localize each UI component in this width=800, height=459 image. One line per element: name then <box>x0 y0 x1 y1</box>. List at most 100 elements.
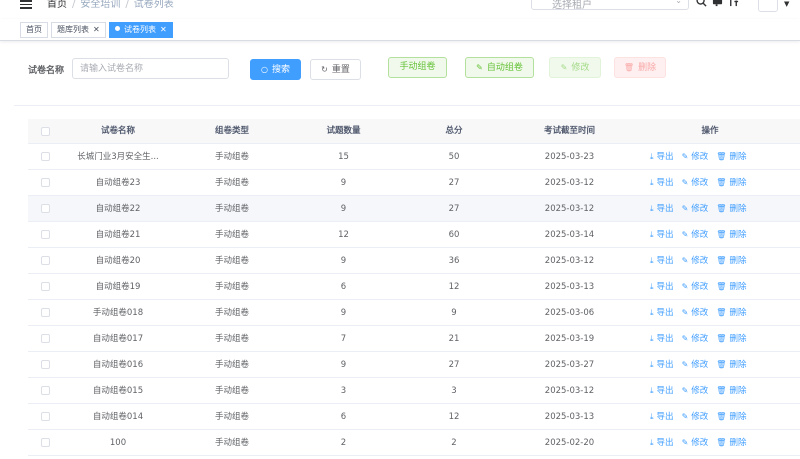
delete-row-button[interactable]: 🗑 删除 <box>716 282 746 292</box>
search-button[interactable]: ○ 搜索 <box>250 59 301 80</box>
edit-icon: ✎ <box>681 152 689 161</box>
delete-row-button-label: 删除 <box>729 230 747 240</box>
edit-row-button[interactable]: ✎ 修改 <box>682 334 709 344</box>
edit-row-button[interactable]: ✎ 修改 <box>682 256 709 266</box>
delete-row-button[interactable]: 🗑 删除 <box>716 230 746 240</box>
row-checkbox[interactable] <box>41 386 50 395</box>
edit-row-button[interactable]: ✎ 修改 <box>682 282 709 292</box>
font-size-icon[interactable] <box>728 0 739 10</box>
delete-row-button[interactable]: 🗑 删除 <box>716 360 746 370</box>
delete-row-button[interactable]: 🗑 删除 <box>716 438 746 448</box>
delete-button[interactable]: 🗑 删除 <box>614 57 666 78</box>
cell-deadline: 2025-03-27 <box>544 360 595 370</box>
edit-row-button[interactable]: ✎ 修改 <box>682 308 709 318</box>
cell-question-count: 9 <box>340 178 347 188</box>
cell-question-count: 9 <box>340 204 347 214</box>
row-checkbox[interactable] <box>41 256 50 265</box>
row-checkbox[interactable] <box>41 308 50 317</box>
export-button-label: 导出 <box>656 360 674 370</box>
cell-exam-name: 自动组卷21 <box>95 230 141 240</box>
breadcrumb-home[interactable]: 首页 <box>47 0 67 10</box>
edit-row-button[interactable]: ✎ 修改 <box>682 152 709 162</box>
manual-compose-button[interactable]: 手动组卷 <box>388 57 447 78</box>
row-checkbox[interactable] <box>41 178 50 187</box>
row-checkbox[interactable] <box>41 230 50 239</box>
export-button[interactable]: ⤓ 导出 <box>650 282 674 292</box>
reset-button[interactable]: ↻ 重置 <box>310 59 361 80</box>
table-row: 自动组卷20 手动组卷 9 36 2025-03-12 ⤓ 导出 ✎ 修改 🗑 删除 <box>28 248 800 274</box>
row-checkbox[interactable] <box>41 282 50 291</box>
edit-row-button[interactable]: ✎ 修改 <box>682 412 709 422</box>
delete-row-button[interactable]: 🗑 删除 <box>716 152 746 162</box>
cell-question-count: 6 <box>340 412 347 422</box>
cell-deadline: 2025-02-20 <box>544 438 595 448</box>
trash-icon: 🗑 <box>716 230 727 239</box>
edit-row-button[interactable]: ✎ 修改 <box>682 438 709 448</box>
delete-row-button[interactable]: 🗑 删除 <box>716 386 746 396</box>
edit-row-button[interactable]: ✎ 修改 <box>682 178 709 188</box>
delete-row-button[interactable]: 🗑 删除 <box>716 256 746 266</box>
delete-row-button[interactable]: 🗑 删除 <box>716 204 746 214</box>
export-button[interactable]: ⤓ 导出 <box>650 230 674 240</box>
row-checkbox[interactable] <box>41 360 50 369</box>
divider <box>14 105 800 106</box>
trash-icon: 🗑 <box>716 204 727 213</box>
breadcrumb-safety-training[interactable]: 安全培训 <box>80 0 120 10</box>
search-icon[interactable] <box>696 0 707 10</box>
edit-row-button[interactable]: ✎ 修改 <box>682 386 709 396</box>
export-button[interactable]: ⤓ 导出 <box>650 256 674 266</box>
cell-total-score: 27 <box>448 178 460 188</box>
edit-row-button[interactable]: ✎ 修改 <box>682 360 709 370</box>
edit-row-button[interactable]: ✎ 修改 <box>682 204 709 214</box>
export-button[interactable]: ⤓ 导出 <box>650 386 674 396</box>
export-button[interactable]: ⤓ 导出 <box>650 334 674 344</box>
cell-deadline: 2025-03-23 <box>544 152 595 162</box>
export-button[interactable]: ⤓ 导出 <box>650 360 674 370</box>
export-button[interactable]: ⤓ 导出 <box>650 204 674 214</box>
close-icon[interactable]: ✕ <box>93 25 100 34</box>
export-button-label: 导出 <box>656 256 674 266</box>
cell-deadline: 2025-03-12 <box>544 204 595 214</box>
cell-total-score: 12 <box>448 412 460 422</box>
cell-total-score: 2 <box>451 438 457 448</box>
auto-compose-button[interactable]: ✎ 自动组卷 <box>465 57 534 78</box>
export-button[interactable]: ⤓ 导出 <box>650 178 674 188</box>
edit-row-button-label: 修改 <box>691 412 709 422</box>
close-icon[interactable]: ✕ <box>160 25 167 34</box>
delete-row-button[interactable]: 🗑 删除 <box>716 412 746 422</box>
cell-total-score: 3 <box>451 386 457 396</box>
delete-row-button[interactable]: 🗑 删除 <box>716 178 746 188</box>
export-button[interactable]: ⤓ 导出 <box>650 412 674 422</box>
message-icon[interactable] <box>712 0 723 10</box>
tag-exam-list[interactable]: 试卷列表 ✕ <box>109 22 173 38</box>
tag-question-bank[interactable]: 题库列表 ✕ <box>51 22 106 38</box>
row-checkbox[interactable] <box>41 334 50 343</box>
delete-row-button-label: 删除 <box>729 152 747 162</box>
caret-down-icon[interactable]: ▼ <box>784 0 789 8</box>
cell-exam-name: 自动组卷23 <box>95 178 141 188</box>
cell-question-count: 12 <box>338 230 349 240</box>
export-button[interactable]: ⤓ 导出 <box>650 152 674 162</box>
delete-row-button-label: 删除 <box>729 334 747 344</box>
edit-button[interactable]: ✎ 修改 <box>549 57 601 78</box>
edit-row-button-label: 修改 <box>691 282 709 292</box>
edit-icon: ✎ <box>681 360 689 369</box>
cell-compose-type: 手动组卷 <box>214 230 249 240</box>
select-all-checkbox[interactable] <box>41 127 50 136</box>
row-actions: ⤓ 导出 ✎ 修改 🗑 删除 <box>650 326 754 352</box>
exam-name-input[interactable] <box>72 58 229 79</box>
row-checkbox[interactable] <box>41 204 50 213</box>
export-button[interactable]: ⤓ 导出 <box>650 438 674 448</box>
row-checkbox[interactable] <box>41 152 50 161</box>
avatar[interactable] <box>758 0 778 12</box>
tenant-select[interactable]: 选择租户 ⌄ <box>531 0 689 11</box>
hamburger-icon[interactable] <box>20 0 32 9</box>
row-checkbox[interactable] <box>41 412 50 421</box>
edit-button-label: 修改 <box>571 63 590 73</box>
edit-row-button[interactable]: ✎ 修改 <box>682 230 709 240</box>
export-button[interactable]: ⤓ 导出 <box>650 308 674 318</box>
tag-home[interactable]: 首页 <box>20 22 48 38</box>
delete-row-button[interactable]: 🗑 删除 <box>716 308 746 318</box>
row-checkbox[interactable] <box>41 438 50 447</box>
delete-row-button[interactable]: 🗑 删除 <box>716 334 746 344</box>
